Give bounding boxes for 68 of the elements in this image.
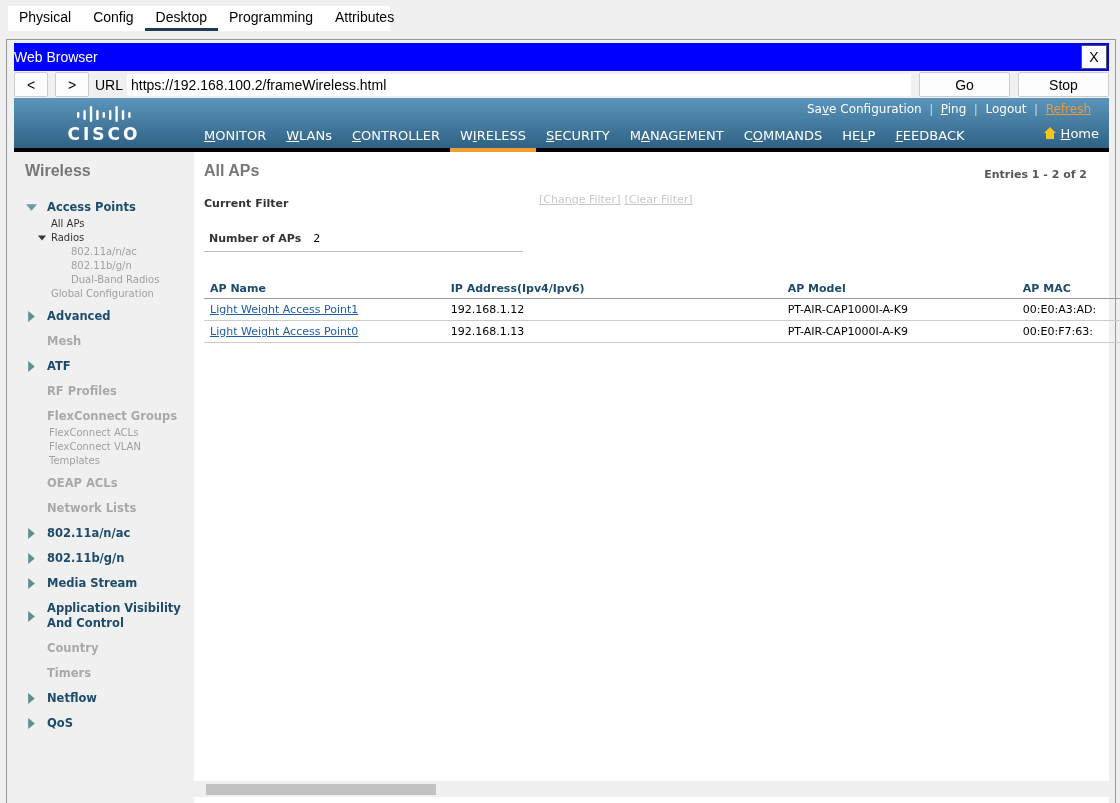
table-cell: 192.168.1.13 — [444, 321, 782, 343]
sidebar-subitem[interactable]: All APs — [51, 217, 85, 231]
logo-bars-icon — [75, 106, 133, 124]
menu-tab[interactable]: HELP — [832, 128, 886, 152]
collapsed-arrow-icon[interactable] — [26, 578, 37, 589]
collapsed-arrow-icon[interactable] — [26, 553, 37, 564]
logo-text: CISCO — [67, 124, 141, 144]
sidebar-item[interactable]: Media Stream — [47, 576, 138, 591]
home-icon — [1043, 127, 1056, 139]
column-header: AP Model — [781, 282, 1017, 299]
count-value: 2 — [313, 232, 321, 245]
column-header: AP MAC — [1016, 282, 1120, 299]
ap-name-link[interactable]: Light Weight Access Point0 — [210, 325, 359, 338]
table-cell: 00:E0:A3:AD: — [1016, 299, 1120, 321]
tab[interactable]: Physical — [8, 6, 83, 31]
sidebar-item[interactable]: ATF — [47, 359, 71, 374]
sidebar-item[interactable]: 802.11b/g/n — [47, 551, 125, 566]
url-field[interactable]: https://192.168.100.2/frameWireless.html — [127, 73, 911, 96]
link-separator: | — [929, 102, 933, 116]
sidebar-item[interactable]: Advanced — [47, 309, 111, 324]
count-label: Number of APs — [209, 232, 302, 245]
home-link[interactable]: Home — [1043, 126, 1099, 148]
tab[interactable]: Attributes — [324, 6, 406, 31]
collapsed-arrow-icon[interactable] — [26, 610, 37, 622]
close-button[interactable]: X — [1081, 45, 1107, 69]
filter-label: Current Filter — [204, 197, 290, 210]
sidebar-item[interactable]: Access Points — [47, 200, 136, 215]
collapsed-arrow-icon[interactable] — [26, 361, 37, 372]
page-title: All APs — [204, 162, 260, 180]
tab[interactable]: Programming — [217, 6, 324, 31]
header-link[interactable]: Logout — [977, 102, 1035, 116]
column-header: IP Address(Ipv4/Ipv6) — [444, 282, 782, 299]
ap-name-link[interactable]: Light Weight Access Point1 — [210, 303, 359, 316]
forward-button[interactable]: > — [55, 72, 89, 97]
menu-tab[interactable]: CONTROLLER — [342, 128, 450, 152]
table-cell: PT-AIR-CAP1000I-A-K9 — [781, 299, 1017, 321]
collapsed-arrow-icon[interactable] — [26, 528, 37, 539]
stop-button[interactable]: Stop — [1018, 72, 1109, 97]
sidebar-item[interactable]: Application Visibility And Control — [47, 601, 194, 631]
menu-tab[interactable]: FEEDBACK — [885, 128, 975, 152]
collapsed-arrow-icon[interactable] — [26, 693, 37, 704]
menu-tab[interactable]: COMMANDS — [733, 128, 833, 152]
menu-tab[interactable]: WLANs — [276, 128, 342, 152]
sidebar-item[interactable]: Netflow — [47, 691, 97, 706]
expanded-arrow-icon[interactable] — [38, 234, 46, 242]
back-button[interactable]: < — [14, 72, 48, 97]
sidebar-item[interactable]: 802.11a/n/ac — [47, 526, 131, 541]
go-button[interactable]: Go — [919, 72, 1010, 97]
table-cell: 192.168.1.12 — [444, 299, 782, 321]
sidebar-title: Wireless — [24, 162, 92, 180]
tab[interactable]: Desktop — [144, 6, 218, 31]
link-separator: | — [1034, 102, 1038, 116]
table-cell: PT-AIR-CAP1000I-A-K9 — [781, 321, 1017, 343]
header-link[interactable]: Ping — [932, 102, 975, 116]
link-separator: | — [974, 102, 978, 116]
menu-tab[interactable]: MANAGEMENT — [619, 128, 734, 152]
menu-tab[interactable]: MONITOR — [194, 128, 277, 152]
tab[interactable]: Config — [82, 6, 145, 31]
table-cell: 00:E0:F7:63: — [1016, 321, 1120, 343]
window-title: Web Browser — [14, 49, 98, 65]
entries-count: Entries 1 - 2 of 2 — [984, 168, 1087, 181]
menu-tab[interactable]: SECURITY — [535, 128, 620, 152]
column-header: AP Name — [204, 282, 445, 299]
sidebar-subitem[interactable]: Radios — [51, 231, 85, 245]
sidebar-item[interactable]: QoS — [47, 716, 73, 731]
collapsed-arrow-icon[interactable] — [26, 718, 37, 729]
collapsed-arrow-icon[interactable] — [26, 311, 37, 322]
header-link[interactable]: Save Configuration — [799, 102, 930, 116]
